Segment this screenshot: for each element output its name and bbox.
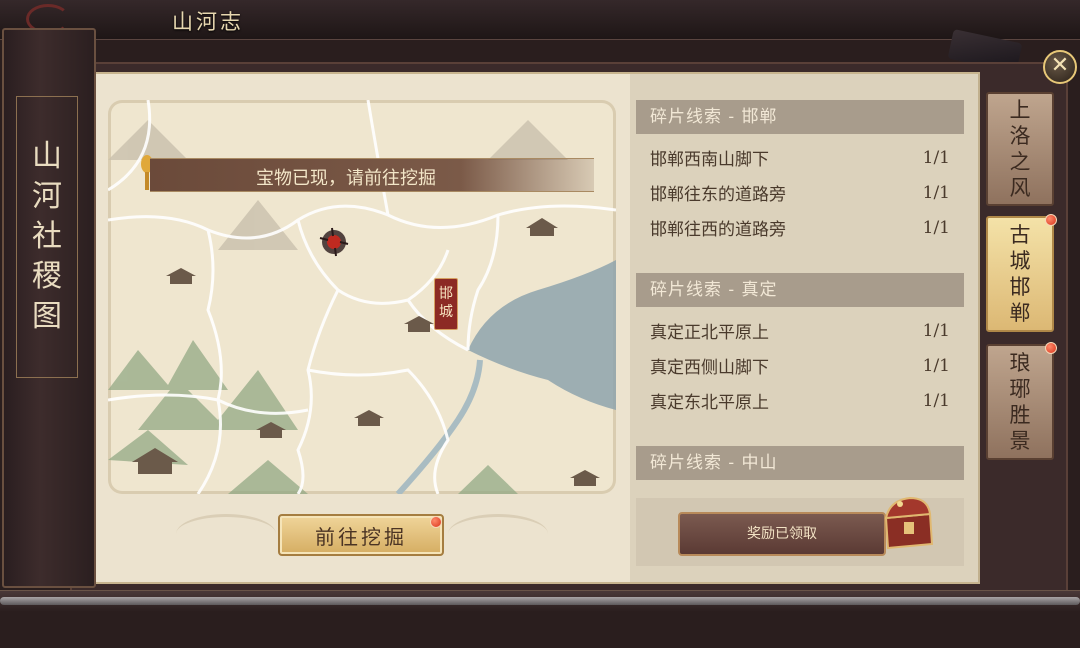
region-tab-char: 景 <box>1009 429 1031 453</box>
region-tab-char: 邯 <box>1009 275 1031 299</box>
reward-claimed-button[interactable]: 奖励已领取 <box>678 512 886 556</box>
clue-text: 邯郸往东的道路旁 <box>650 185 786 205</box>
clue-row[interactable]: 邯郸西南山脚下 1/1 <box>636 140 964 175</box>
clue-text: 中山西北侧冻湖旁边 <box>650 491 803 492</box>
go-dig-label: 前往挖掘 <box>315 524 407 549</box>
clue-progress: 1/1 <box>922 217 950 238</box>
close-icon: ✕ <box>1050 53 1070 78</box>
region-tab-char: 洛 <box>1009 124 1031 148</box>
region-tab-char: 城 <box>1009 249 1031 273</box>
region-tab-char: 琊 <box>1009 377 1031 401</box>
clue-row[interactable]: 中山西北侧冻湖旁边1/1 <box>636 486 964 492</box>
clue-group-header: 碎片线索 - 邯郸 <box>636 100 964 134</box>
clue-progress: 1/1 <box>922 147 950 168</box>
notification-dot-icon <box>1045 342 1057 354</box>
region-tab-char: 之 <box>1009 150 1031 174</box>
clue-group-header: 碎片线索 - 中山 <box>636 446 964 480</box>
clue-progress: 1/1 <box>922 320 950 341</box>
region-tab-char: 古 <box>1009 223 1031 247</box>
window-title: 山河志 <box>172 10 244 34</box>
cloud-ornament-icon <box>176 514 276 554</box>
dig-site-marker-icon[interactable] <box>318 226 350 258</box>
top-bar: 山河志 <box>0 0 1080 40</box>
clue-row[interactable]: 真定东北平原上 1/1 <box>636 383 964 418</box>
banner-char: 山 <box>32 139 62 174</box>
clue-group: 碎片线索 - 中山中山西北侧冻湖旁边1/1 <box>636 446 964 492</box>
clue-row[interactable]: 真定正北平原上 1/1 <box>636 313 964 348</box>
city-label-char-1: 邯 <box>439 286 453 302</box>
region-tab[interactable]: 琅琊胜景 <box>986 344 1054 460</box>
region-tab-char: 胜 <box>1009 403 1031 427</box>
region-tab-char: 琅 <box>1009 351 1031 375</box>
clue-text: 真定西侧山脚下 <box>650 358 769 378</box>
clue-list[interactable]: 碎片线索 - 邯郸邯郸西南山脚下 1/1 邯郸往东的道路旁 1/1 邯郸往西的道路旁 1/… <box>636 100 964 492</box>
banner-char: 稷 <box>32 259 62 294</box>
banner-char: 河 <box>32 179 62 214</box>
region-tab-char: 风 <box>1009 176 1031 200</box>
city-label[interactable]: 邯 城 <box>434 278 458 330</box>
clue-text: 真定正北平原上 <box>650 323 769 343</box>
banner-char: 社 <box>32 219 62 254</box>
clue-text: 真定东北平原上 <box>650 393 769 413</box>
clue-row[interactable]: 真定西侧山脚下 1/1 <box>636 348 964 383</box>
region-tab[interactable]: 古城邯郸 <box>986 216 1054 332</box>
scroll-rod <box>0 597 1080 605</box>
banner-char: 图 <box>32 299 62 334</box>
treasure-hint-text: 宝物已现，请前往挖掘 <box>256 168 436 189</box>
cloud-ornament-icon <box>448 514 548 554</box>
clue-row[interactable]: 邯郸往西的道路旁 1/1 <box>636 210 964 245</box>
city-label-char-2: 城 <box>439 304 453 320</box>
reward-claimed-label: 奖励已领取 <box>747 526 817 542</box>
clue-progress: 1/1 <box>922 355 950 376</box>
title-banner: 山河社稷图 <box>2 28 96 588</box>
notification-dot-icon <box>1045 214 1057 226</box>
clue-progress: 1/1 <box>922 390 950 411</box>
treasure-chest-icon[interactable] <box>880 494 936 554</box>
clue-text: 邯郸往西的道路旁 <box>650 220 786 240</box>
clue-row[interactable]: 邯郸往东的道路旁 1/1 <box>636 175 964 210</box>
region-tab-char: 郸 <box>1009 301 1031 325</box>
clue-text: 邯郸西南山脚下 <box>650 150 769 170</box>
banner-title: 山河社稷图 <box>16 96 78 378</box>
clue-group: 碎片线索 - 真定真定正北平原上 1/1 真定西侧山脚下 1/1 真定东北平原上 1/1 <box>636 273 964 418</box>
close-button[interactable]: ✕ <box>1043 50 1077 84</box>
clue-group: 碎片线索 - 邯郸邯郸西南山脚下 1/1 邯郸往东的道路旁 1/1 邯郸往西的道路旁 1/… <box>636 100 964 245</box>
region-tab-char: 上 <box>1009 98 1031 122</box>
notification-dot-icon <box>430 516 442 528</box>
clue-group-header: 碎片线索 - 真定 <box>636 273 964 307</box>
treasure-hint-bar: 宝物已现，请前往挖掘 <box>150 158 594 192</box>
go-dig-button[interactable]: 前往挖掘 <box>278 514 444 556</box>
region-tab[interactable]: 上洛之风 <box>986 92 1054 206</box>
clue-progress: 1/1 <box>922 182 950 203</box>
